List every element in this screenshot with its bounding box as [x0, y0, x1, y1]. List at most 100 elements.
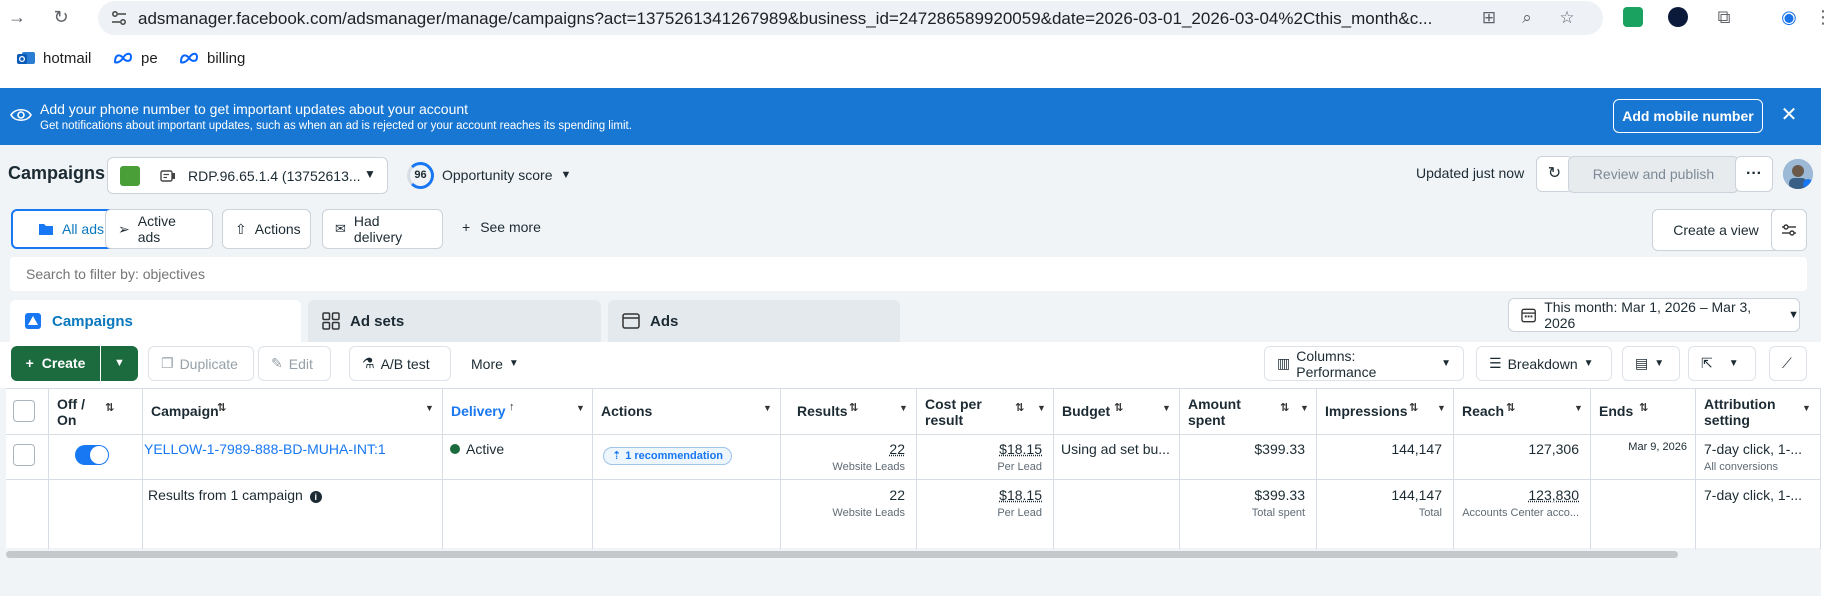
columns-button[interactable]: ▥ Columns: Performance ▼	[1264, 346, 1464, 381]
chevron-down-icon[interactable]: ▼	[763, 403, 772, 413]
chevron-down-icon[interactable]: ▼	[1162, 403, 1171, 413]
date-range-picker[interactable]: This month: Mar 1, 2026 – Mar 3, 2026 ▼	[1508, 298, 1800, 332]
results-value[interactable]: 22	[781, 441, 905, 457]
chevron-down-icon[interactable]: ▼	[1300, 403, 1309, 413]
create-button[interactable]: + Create	[11, 346, 100, 381]
chevron-down-icon[interactable]: ▼	[1037, 403, 1046, 413]
duplicate-button[interactable]: ❐ Duplicate	[148, 346, 254, 381]
url-text[interactable]: adsmanager.facebook.com/adsmanager/manag…	[138, 9, 1478, 29]
summary-reach-unit: Accounts Center acco...	[1462, 507, 1579, 519]
tab-ads[interactable]: Ads	[608, 300, 900, 342]
summary-cost[interactable]: $18.15	[917, 487, 1042, 503]
ab-test-button[interactable]: ⚗ A/B test	[349, 346, 451, 381]
review-and-publish-button[interactable]: Review and publish	[1568, 156, 1739, 193]
recommendation-badge[interactable]: ⇡ 1 recommendation	[603, 447, 733, 465]
forward-icon[interactable]: →	[6, 6, 28, 28]
sort-icon[interactable]: ⇅	[849, 401, 858, 414]
create-dropdown-button[interactable]: ▼	[101, 346, 138, 381]
reports-button[interactable]: ▤ ▼	[1622, 346, 1680, 381]
select-all-checkbox[interactable]	[13, 400, 35, 422]
header-budget[interactable]: Budget ⇅ ▼	[1054, 389, 1180, 434]
header-attribution-setting[interactable]: Attribution setting ▼	[1696, 389, 1821, 434]
bookmark-label: pe	[141, 49, 158, 67]
header-impressions[interactable]: Impressions ⇅ ▼	[1317, 389, 1454, 434]
tab-ad-sets[interactable]: Ad sets	[308, 300, 601, 342]
bookmark-hotmail[interactable]: hotmail	[16, 46, 91, 70]
header-delivery[interactable]: Delivery ↑ ▼	[443, 389, 593, 434]
header-off-on[interactable]: Off / On ⇅	[49, 389, 143, 434]
info-icon[interactable]: i	[309, 491, 322, 503]
puzzle-extensions-icon[interactable]: ⧉	[1713, 6, 1735, 28]
bookmark-star-icon[interactable]: ☆	[1556, 7, 1578, 29]
chart-button[interactable]: ⟋	[1769, 346, 1807, 381]
header-reach[interactable]: Reach ⇅ ▼	[1454, 389, 1591, 434]
address-bar[interactable]: adsmanager.facebook.com/adsmanager/manag…	[98, 1, 1603, 35]
summary-attribution: 7-day click, 1-...	[1704, 487, 1803, 503]
see-more-filters[interactable]: + See more	[462, 219, 541, 235]
chevron-down-icon[interactable]: ▼	[1802, 403, 1811, 413]
sort-icon[interactable]: ⇅	[1280, 401, 1289, 414]
sort-icon[interactable]: ⇅	[1015, 401, 1024, 414]
sheets-extension-icon[interactable]	[1623, 7, 1643, 27]
more-button[interactable]: More ▼	[458, 346, 538, 381]
header-results[interactable]: Results ⇅ ▼	[781, 389, 917, 434]
filter-had-delivery[interactable]: ✉ Had delivery	[322, 209, 443, 249]
tab-label: Campaigns	[52, 312, 133, 330]
chevron-down-icon[interactable]: ▼	[899, 403, 908, 413]
search-input[interactable]	[10, 257, 1807, 291]
export-button[interactable]: ⇱ ▼	[1688, 346, 1756, 381]
bookmark-pe[interactable]: pe	[112, 46, 158, 70]
header-cost-per-result[interactable]: Cost per result ⇅ ▼	[917, 389, 1054, 434]
horizontal-scrollbar[interactable]	[6, 551, 1678, 558]
ad-account-selector[interactable]: RDP.96.65.1.4 (13752613... ▼	[107, 157, 388, 194]
sort-icon[interactable]: ⇅	[1506, 401, 1515, 414]
filter-actions[interactable]: ⇧ Actions	[222, 209, 311, 249]
summary-reach[interactable]: 123,830	[1454, 487, 1579, 503]
header-campaign[interactable]: Campaign ⇅ ▼	[143, 389, 443, 434]
breakdown-icon: ☰	[1489, 355, 1502, 371]
sort-icon[interactable]: ⇅	[1639, 401, 1648, 414]
tab-campaigns[interactable]: Campaigns	[10, 300, 301, 342]
chrome-menu-icon[interactable]: ⋮	[1812, 6, 1834, 28]
add-mobile-number-button[interactable]: Add mobile number	[1613, 99, 1763, 133]
header-label: Cost per result	[925, 396, 982, 428]
campaign-name-link[interactable]: YELLOW-1-7989-888-BD-MUHA-INT:1	[144, 441, 386, 457]
sort-ascending-icon[interactable]: ↑	[509, 401, 515, 413]
columns-label: Columns: Performance	[1296, 347, 1377, 380]
chevron-down-icon[interactable]: ▼	[1437, 403, 1446, 413]
bookmark-billing[interactable]: billing	[178, 46, 245, 70]
header-ends[interactable]: Ends ⇅	[1591, 389, 1696, 434]
sort-icon[interactable]: ⇅	[1409, 401, 1418, 414]
view-settings-button[interactable]	[1771, 209, 1807, 251]
chevron-down-icon[interactable]: ▼	[576, 403, 585, 413]
avatar[interactable]	[1783, 159, 1813, 189]
zoom-icon[interactable]: ⌕	[1516, 7, 1538, 29]
campaign-toggle[interactable]	[75, 445, 109, 465]
chevron-down-icon[interactable]: ▼	[425, 403, 434, 413]
header-label: Amount spent	[1188, 396, 1241, 428]
more-options-button[interactable]: ···	[1735, 156, 1773, 192]
close-icon[interactable]: ✕	[1780, 102, 1798, 128]
extension-icon[interactable]	[1668, 7, 1688, 27]
edit-button[interactable]: ✎ Edit	[258, 346, 331, 381]
sort-icon[interactable]: ⇅	[1114, 401, 1123, 414]
summary-impressions: 144,147	[1391, 487, 1442, 503]
filter-active-ads[interactable]: ➢ Active ads	[105, 209, 213, 249]
sort-icon[interactable]: ⇅	[105, 401, 114, 414]
site-info-icon[interactable]	[110, 9, 128, 27]
row-checkbox[interactable]	[13, 444, 35, 466]
impressions-value: 144,147	[1391, 441, 1442, 457]
cost-per-result-value[interactable]: $18.15	[917, 441, 1042, 457]
header-label: Actions	[601, 403, 653, 419]
sort-icon[interactable]: ⇅	[217, 401, 226, 414]
reload-icon[interactable]: ↻	[50, 6, 72, 28]
breakdown-button[interactable]: ☰ Breakdown ▼	[1476, 346, 1612, 381]
create-view-button[interactable]: Create a view	[1652, 209, 1780, 251]
chevron-down-icon[interactable]: ▼	[1574, 403, 1583, 413]
header-actions[interactable]: Actions ▼	[593, 389, 781, 434]
header-amount-spent[interactable]: Amount spent ⇅ ▼	[1180, 389, 1317, 434]
translate-icon[interactable]: ⊞	[1478, 7, 1500, 29]
header-label: Campaign	[151, 403, 219, 419]
opportunity-score[interactable]: 96 Opportunity score ▼	[407, 161, 571, 189]
profile-icon[interactable]: ◉	[1778, 6, 1800, 28]
